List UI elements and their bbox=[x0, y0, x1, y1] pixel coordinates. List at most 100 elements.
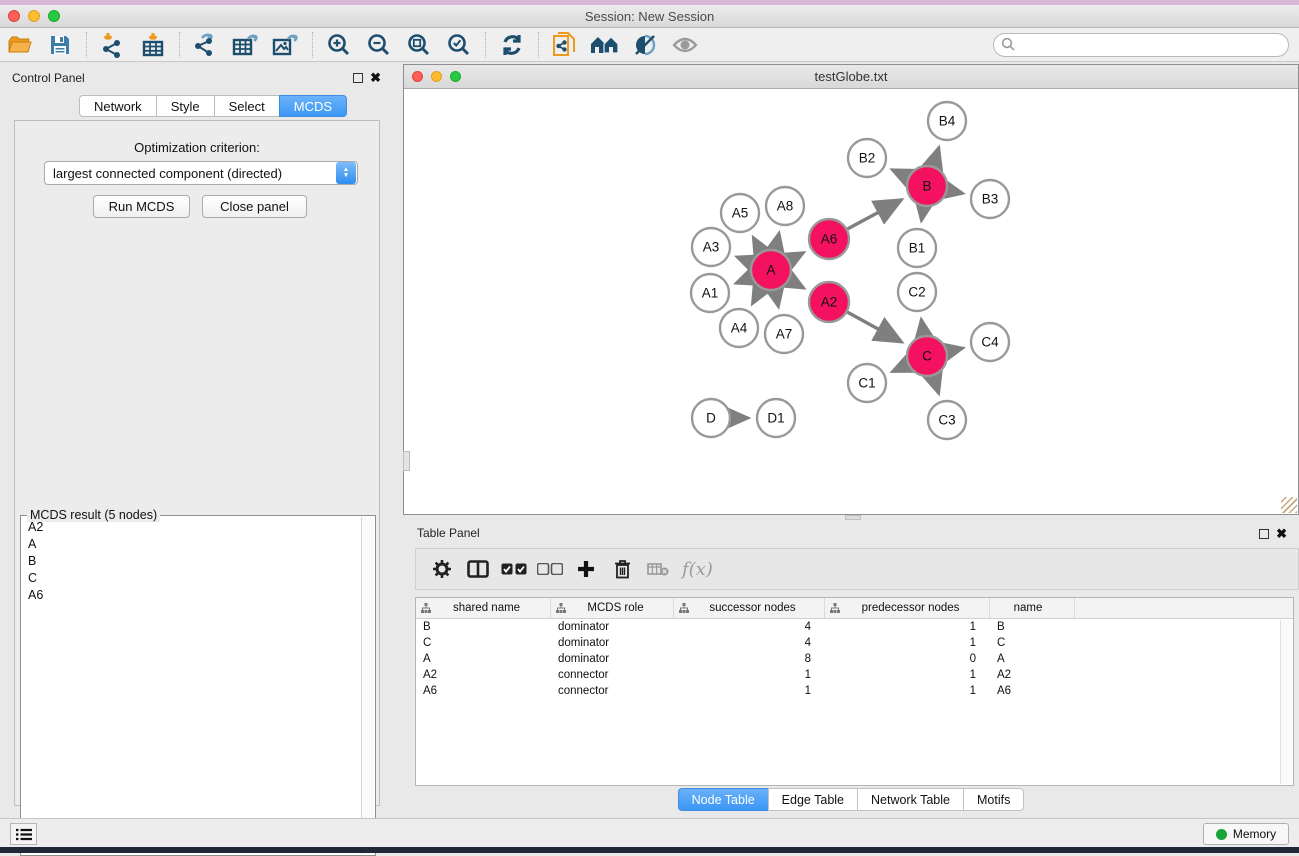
open-session-button[interactable] bbox=[0, 30, 40, 60]
mcds-result-item[interactable]: A6 bbox=[22, 586, 361, 603]
graphics-details-button[interactable] bbox=[625, 30, 665, 60]
tab-style[interactable]: Style bbox=[156, 95, 214, 117]
home-views-button[interactable] bbox=[585, 30, 625, 60]
float-panel-icon[interactable] bbox=[353, 73, 363, 83]
deselect-all-button[interactable] bbox=[532, 553, 568, 585]
create-column-button[interactable] bbox=[568, 553, 604, 585]
memory-button[interactable]: Memory bbox=[1203, 823, 1289, 845]
table-settings-button[interactable] bbox=[424, 553, 460, 585]
graph-edge-C-C1[interactable] bbox=[893, 365, 908, 372]
tab-motifs[interactable]: Motifs bbox=[963, 788, 1024, 811]
graph-edge-B-B3[interactable] bbox=[948, 190, 963, 193]
graph-edge-C-C3[interactable] bbox=[933, 376, 938, 393]
zoom-in-button[interactable] bbox=[319, 30, 359, 60]
graph-edge-B-B1[interactable] bbox=[921, 207, 923, 221]
import-table-button[interactable] bbox=[133, 30, 173, 60]
network-graph[interactable]: AA6A2BCA5A8A3A1A4A7B2B4B3B1C2C4C1C3DD1 bbox=[404, 89, 1298, 514]
save-session-button[interactable] bbox=[40, 30, 80, 60]
splitter-handle[interactable] bbox=[403, 451, 410, 471]
delete-column-button[interactable] bbox=[604, 553, 640, 585]
network-from-file-button[interactable] bbox=[545, 30, 585, 60]
graph-edge-A6-B[interactable] bbox=[847, 200, 901, 229]
network-window-titlebar[interactable]: testGlobe.txt bbox=[404, 65, 1298, 89]
close-panel-button[interactable]: Close panel bbox=[202, 195, 307, 218]
mcds-result-item[interactable]: B bbox=[22, 552, 361, 569]
graph-edge-A-A2[interactable] bbox=[789, 280, 803, 288]
graph-node-B[interactable]: B bbox=[907, 166, 947, 206]
graph-node-A7[interactable]: A7 bbox=[765, 315, 803, 353]
graph-node-A2[interactable]: A2 bbox=[809, 282, 849, 322]
tab-network[interactable]: Network bbox=[79, 95, 156, 117]
node-table[interactable]: shared nameMCDS rolesuccessor nodesprede… bbox=[415, 597, 1294, 786]
graph-edge-C-C4[interactable] bbox=[947, 348, 962, 351]
zoom-selected-button[interactable] bbox=[439, 30, 479, 60]
table-row[interactable]: Adominator80A bbox=[416, 651, 1293, 667]
zoom-out-button[interactable] bbox=[359, 30, 399, 60]
table-row[interactable]: Bdominator41B bbox=[416, 619, 1293, 635]
graph-node-A8[interactable]: A8 bbox=[766, 187, 804, 225]
graph-node-C[interactable]: C bbox=[907, 336, 947, 376]
column-header-MCDS-role[interactable]: MCDS role bbox=[551, 598, 674, 618]
criterion-select[interactable]: largest connected component (directed) ▲… bbox=[44, 161, 358, 185]
network-canvas[interactable]: AA6A2BCA5A8A3A1A4A7B2B4B3B1C2C4C1C3DD1 bbox=[404, 89, 1298, 514]
column-header-name[interactable]: name bbox=[990, 598, 1075, 618]
graph-node-A3[interactable]: A3 bbox=[692, 228, 730, 266]
graph-node-D[interactable]: D bbox=[692, 399, 730, 437]
graph-node-D1[interactable]: D1 bbox=[757, 399, 795, 437]
export-table-button[interactable] bbox=[226, 30, 266, 60]
column-header-predecessor-nodes[interactable]: predecessor nodes bbox=[825, 598, 990, 618]
export-network-button[interactable] bbox=[186, 30, 226, 60]
graph-edge-B-B2[interactable] bbox=[892, 170, 908, 177]
graph-node-A1[interactable]: A1 bbox=[691, 274, 729, 312]
graph-node-A[interactable]: A bbox=[751, 250, 791, 290]
tab-edge-table[interactable]: Edge Table bbox=[768, 788, 857, 811]
run-mcds-button[interactable]: Run MCDS bbox=[93, 195, 190, 218]
delete-table-button[interactable] bbox=[640, 553, 676, 585]
import-network-button[interactable] bbox=[93, 30, 133, 60]
refresh-button[interactable] bbox=[492, 30, 532, 60]
graph-edge-A-A8[interactable] bbox=[775, 233, 779, 249]
close-panel-icon[interactable]: ✖ bbox=[1276, 526, 1287, 542]
graph-node-B1[interactable]: B1 bbox=[898, 229, 936, 267]
mcds-list-scrollbar[interactable] bbox=[361, 517, 374, 854]
show-column-button[interactable] bbox=[460, 553, 496, 585]
graph-edge-A-A4[interactable] bbox=[753, 288, 761, 303]
export-image-button[interactable] bbox=[266, 30, 306, 60]
tab-mcds[interactable]: MCDS bbox=[279, 95, 347, 117]
graph-edge-A2-C[interactable] bbox=[847, 312, 901, 342]
column-header-successor-nodes[interactable]: successor nodes bbox=[674, 598, 825, 618]
close-panel-icon[interactable]: ✖ bbox=[370, 70, 381, 86]
graph-edge-A-A1[interactable] bbox=[736, 277, 751, 283]
zoom-fit-button[interactable] bbox=[399, 30, 439, 60]
graph-node-C2[interactable]: C2 bbox=[898, 273, 936, 311]
graph-node-C3[interactable]: C3 bbox=[928, 401, 966, 439]
graph-edge-A-A7[interactable] bbox=[775, 291, 778, 307]
table-row[interactable]: A6connector11A6 bbox=[416, 683, 1293, 699]
graph-node-C1[interactable]: C1 bbox=[848, 364, 886, 402]
table-scrollbar[interactable] bbox=[1280, 620, 1292, 784]
table-row[interactable]: Cdominator41C bbox=[416, 635, 1293, 651]
window-resize-grip[interactable] bbox=[1281, 497, 1297, 513]
function-builder-button[interactable]: f(x) bbox=[682, 559, 713, 580]
tab-select[interactable]: Select bbox=[214, 95, 279, 117]
select-all-button[interactable] bbox=[496, 553, 532, 585]
graph-node-B4[interactable]: B4 bbox=[928, 102, 966, 140]
mcds-result-list[interactable]: A2ABCA6 bbox=[22, 518, 361, 854]
graph-edge-A-A5[interactable] bbox=[753, 238, 761, 252]
mcds-result-item[interactable]: C bbox=[22, 569, 361, 586]
mcds-result-item[interactable]: A bbox=[22, 535, 361, 552]
show-overview-button[interactable] bbox=[665, 30, 705, 60]
mcds-result-item[interactable]: A2 bbox=[22, 518, 361, 535]
task-history-button[interactable] bbox=[10, 823, 37, 845]
graph-edge-A-A3[interactable] bbox=[737, 257, 751, 262]
search-input[interactable] bbox=[993, 33, 1289, 57]
graph-edge-C-C2[interactable] bbox=[921, 320, 923, 336]
tab-node-table[interactable]: Node Table bbox=[678, 788, 768, 811]
tab-network-table[interactable]: Network Table bbox=[857, 788, 963, 811]
graph-node-A6[interactable]: A6 bbox=[809, 219, 849, 259]
table-row[interactable]: A2connector11A2 bbox=[416, 667, 1293, 683]
graph-node-B2[interactable]: B2 bbox=[848, 139, 886, 177]
graph-node-A5[interactable]: A5 bbox=[721, 194, 759, 232]
select-stepper-icon[interactable]: ▲▼ bbox=[336, 162, 356, 184]
graph-edge-B-B4[interactable] bbox=[933, 148, 939, 166]
